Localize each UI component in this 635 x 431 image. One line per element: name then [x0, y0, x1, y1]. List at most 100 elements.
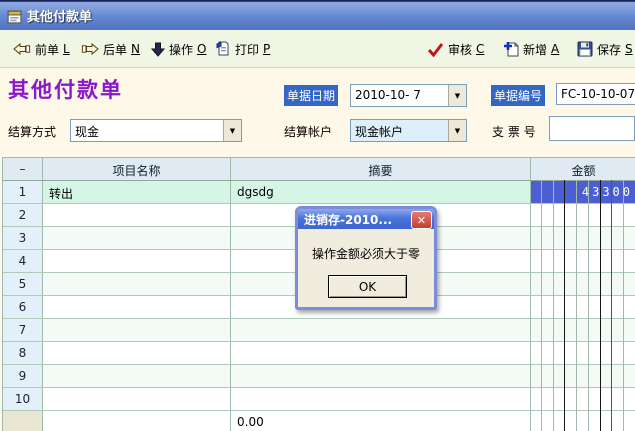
settle-method-label: 结算方式: [8, 123, 56, 140]
cheque-no-input[interactable]: [549, 116, 635, 141]
chevron-down-icon: ▼: [455, 92, 460, 100]
amount-cell[interactable]: [531, 319, 635, 341]
ok-button[interactable]: OK: [328, 275, 407, 298]
save-button[interactable]: 保存S: [574, 38, 635, 60]
add-label: 新增: [523, 41, 547, 58]
grid-header-item: 项目名称: [43, 158, 231, 180]
printer-icon: [215, 41, 231, 57]
item-cell[interactable]: [43, 342, 231, 364]
footer-number-cell: [3, 411, 43, 431]
chevron-down-icon: ▼: [455, 127, 460, 135]
item-cell[interactable]: [43, 273, 231, 295]
row-number-cell[interactable]: 1: [3, 181, 43, 203]
settle-method-dropdown-button[interactable]: ▼: [223, 120, 241, 141]
row-number-cell[interactable]: 9: [3, 365, 43, 387]
item-cell[interactable]: [43, 365, 231, 387]
row-number-cell[interactable]: 3: [3, 227, 43, 249]
row-number-cell[interactable]: 10: [3, 388, 43, 410]
doc-date-combo[interactable]: 2010-10- 7 ▼: [350, 84, 467, 107]
table-row: 8: [3, 342, 635, 365]
audit-button[interactable]: 审核 C: [424, 38, 487, 60]
dialog-message: 操作金额必须大于零: [298, 245, 434, 262]
grid-header-index: –: [3, 158, 43, 180]
close-icon[interactable]: ✕: [411, 211, 432, 229]
message-dialog: 进销存-2010... ✕ 操作金额必须大于零 OK: [295, 206, 437, 310]
doc-date-value[interactable]: 2010-10- 7: [351, 85, 448, 106]
cheque-no-label: 支 票 号: [492, 123, 536, 140]
add-button[interactable]: 新增 A: [500, 38, 562, 60]
summary-cell[interactable]: [231, 342, 531, 364]
amount-cell[interactable]: [531, 296, 635, 318]
item-cell[interactable]: [43, 250, 231, 272]
item-cell[interactable]: 转出: [43, 181, 231, 203]
add-hotkey: A: [551, 42, 559, 56]
operate-button[interactable]: 操作O: [148, 38, 209, 60]
item-cell[interactable]: [43, 388, 231, 410]
grid-header-row: – 项目名称 摘要 金额: [3, 158, 635, 181]
summary-cell[interactable]: [231, 388, 531, 410]
form-header: 其他付款单 单据日期 2010-10- 7 ▼ 单据编号 FC-10-10-07…: [0, 68, 635, 157]
doc-no-input[interactable]: FC-10-10-07-: [556, 83, 635, 105]
window-titlebar[interactable]: 其他付款单: [0, 0, 635, 30]
table-footer-row: 0.00: [3, 411, 635, 431]
floppy-save-icon: [577, 41, 593, 57]
print-label: 打印: [235, 41, 259, 58]
amount-cell[interactable]: [531, 250, 635, 272]
summary-cell[interactable]: [231, 319, 531, 341]
settle-method-value[interactable]: 现金: [71, 120, 223, 141]
settle-account-dropdown-button[interactable]: ▼: [448, 120, 466, 141]
dialog-title: 进销存-2010...: [304, 211, 392, 228]
audit-hotkey: C: [476, 42, 484, 56]
table-row: 7: [3, 319, 635, 342]
next-doc-button[interactable]: 后单 N: [78, 38, 143, 60]
footer-amount-cell: [531, 411, 635, 431]
down-arrow-icon: [151, 42, 165, 57]
row-number-cell[interactable]: 8: [3, 342, 43, 364]
save-hotkey: S: [625, 42, 633, 56]
grid-header-summary: 摘要: [231, 158, 531, 180]
next-doc-hotkey: N: [131, 42, 140, 56]
grid-header-amount: 金额: [531, 158, 635, 180]
item-cell[interactable]: [43, 319, 231, 341]
amount-cell[interactable]: [531, 204, 635, 226]
item-cell[interactable]: [43, 296, 231, 318]
row-number-cell[interactable]: 4: [3, 250, 43, 272]
prev-doc-label: 前单: [35, 41, 59, 58]
chevron-down-icon: ▼: [230, 127, 235, 135]
amount-cell[interactable]: [531, 365, 635, 387]
prev-doc-hotkey: L: [63, 42, 70, 56]
doc-no-label: 单据编号: [491, 85, 545, 106]
audit-label: 审核: [448, 41, 472, 58]
prev-doc-button[interactable]: 前单 L: [10, 38, 73, 60]
item-cell[interactable]: [43, 227, 231, 249]
settle-method-combo[interactable]: 现金 ▼: [70, 119, 242, 142]
app-window: 其他付款单 前单 L 后单 N: [0, 0, 635, 431]
settle-account-combo[interactable]: 现金帐户 ▼: [350, 119, 467, 142]
settle-account-value[interactable]: 现金帐户: [351, 120, 448, 141]
table-row: 10: [3, 388, 635, 411]
amount-cell[interactable]: 43300: [531, 181, 635, 203]
next-doc-label: 后单: [103, 41, 127, 58]
dialog-titlebar[interactable]: 进销存-2010... ✕: [298, 209, 434, 229]
hand-left-icon: [13, 42, 31, 56]
amount-digits: 43300: [582, 185, 633, 199]
table-row: 1 转出 dgsdg 43300: [3, 181, 635, 204]
print-button[interactable]: 打印 P: [212, 38, 273, 60]
row-number-cell[interactable]: 5: [3, 273, 43, 295]
item-cell[interactable]: [43, 204, 231, 226]
amount-cell[interactable]: [531, 273, 635, 295]
summary-cell[interactable]: [231, 365, 531, 387]
row-number-cell[interactable]: 2: [3, 204, 43, 226]
row-number-cell[interactable]: 7: [3, 319, 43, 341]
summary-cell[interactable]: dgsdg: [231, 181, 531, 203]
row-number-cell[interactable]: 6: [3, 296, 43, 318]
operate-hotkey: O: [197, 42, 206, 56]
amount-cell[interactable]: [531, 342, 635, 364]
doc-date-dropdown-button[interactable]: ▼: [448, 85, 466, 106]
table-row: 9: [3, 365, 635, 388]
amount-cell[interactable]: [531, 388, 635, 410]
footer-item-cell: [43, 411, 231, 431]
amount-cell[interactable]: [531, 227, 635, 249]
hand-right-icon: [81, 42, 99, 56]
print-hotkey: P: [263, 42, 270, 56]
